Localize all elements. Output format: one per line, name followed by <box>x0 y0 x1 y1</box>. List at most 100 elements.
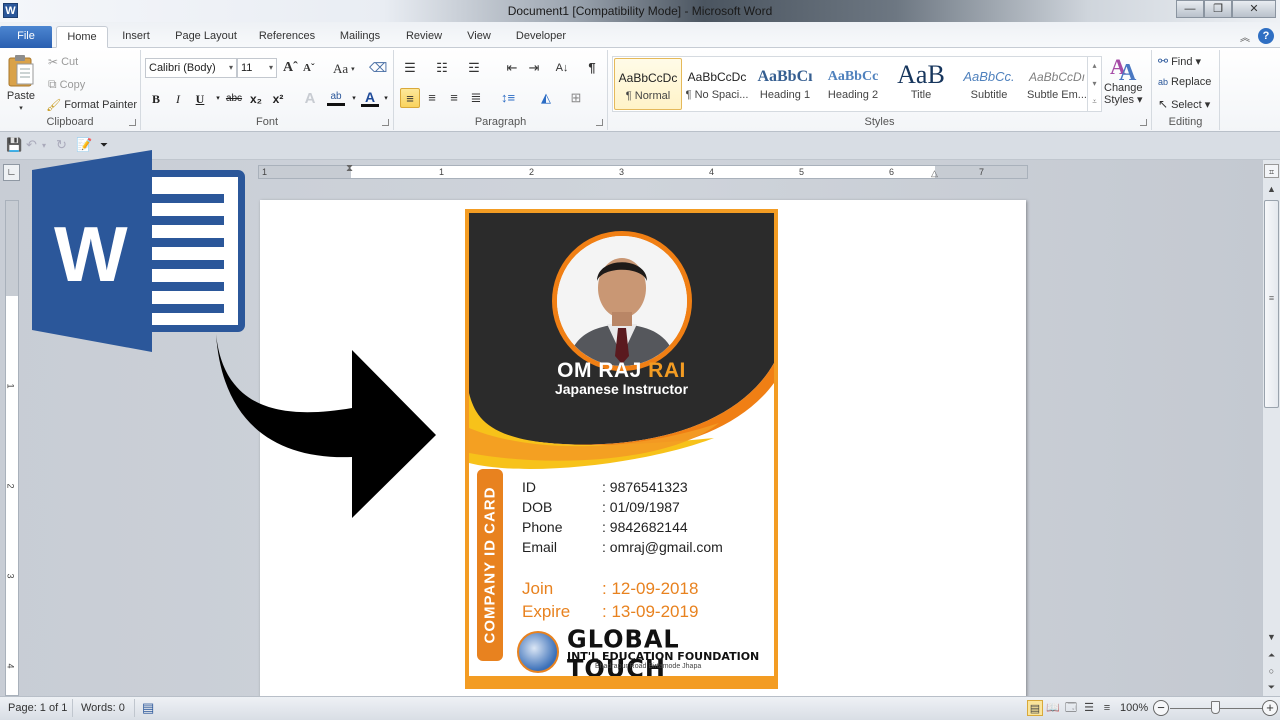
select-browse-object-button[interactable]: ○ <box>1264 664 1279 678</box>
chevron-up-icon[interactable]: ▴ <box>1088 57 1101 75</box>
tab-references[interactable]: References <box>254 26 320 48</box>
subscript-button[interactable]: x₂ <box>247 90 265 108</box>
full-screen-reading-view-button[interactable]: 📖 <box>1045 700 1061 716</box>
increase-indent-button[interactable]: ⇥ <box>524 58 544 78</box>
highlight-button[interactable]: ab <box>327 90 345 106</box>
outline-view-button[interactable]: ☰ <box>1081 700 1097 716</box>
chevron-down-icon[interactable]: ▾ <box>1088 75 1101 93</box>
change-styles-button[interactable]: AA Change Styles ▾ <box>1104 52 1143 106</box>
tab-review[interactable]: Review <box>400 26 448 48</box>
paste-button[interactable]: Paste ▾ <box>6 54 36 112</box>
cut-button[interactable]: ✂ Cut <box>48 55 78 69</box>
ruler-number: 6 <box>889 167 895 177</box>
print-layout-view-button[interactable]: ▤ <box>1027 700 1043 716</box>
superscript-button[interactable]: x² <box>269 90 287 108</box>
borders-icon: ⊞ <box>570 90 582 105</box>
save-icon[interactable]: 💾 <box>6 137 22 153</box>
justify-button[interactable]: ≣ <box>466 88 486 108</box>
bullets-icon: ☰ <box>404 60 416 75</box>
word-count[interactable]: Words: 0 <box>81 702 125 714</box>
clipboard-dialog-launcher[interactable] <box>129 119 136 126</box>
undo-dropdown-icon[interactable]: ▾ <box>42 141 46 150</box>
underline-button[interactable]: U <box>191 90 209 108</box>
numbering-button[interactable]: ☷ <box>432 58 452 78</box>
zoom-slider-thumb[interactable] <box>1211 701 1220 714</box>
right-indent-marker[interactable]: △ <box>931 168 938 179</box>
shading-button[interactable]: ◭ <box>536 88 556 108</box>
zoom-level[interactable]: 100% <box>1120 702 1148 714</box>
change-case-button[interactable]: Aa ▾ <box>333 61 355 77</box>
format-painter-button[interactable]: 🖌 Format Painter <box>46 98 137 112</box>
style-no-spacing[interactable]: AaBbCcDc ¶ No Spaci... <box>683 58 751 110</box>
next-page-button[interactable]: ⏷ <box>1264 680 1279 694</box>
style-title[interactable]: AaB Title <box>887 58 955 110</box>
help-icon[interactable]: ? <box>1258 28 1274 44</box>
font-name-combo[interactable]: Calibri (Body) ▾ <box>145 58 237 78</box>
show-formatting-button[interactable]: ¶ <box>582 58 602 78</box>
zoom-in-button[interactable]: + <box>1262 700 1278 716</box>
indent-marker[interactable]: ⧗ <box>346 163 353 174</box>
strikethrough-button[interactable]: abc <box>223 90 245 108</box>
scroll-down-button[interactable]: ▼ <box>1264 630 1279 644</box>
grow-font-button[interactable]: Aˆ <box>283 60 298 76</box>
style-heading-1[interactable]: AaBbCı Heading 1 <box>751 58 819 110</box>
minimize-button[interactable]: — <box>1176 0 1204 18</box>
style-normal[interactable]: AaBbCcDc ¶ Normal <box>614 58 682 110</box>
draft-view-button[interactable]: ≡ <box>1099 700 1115 716</box>
tab-mailings[interactable]: Mailings <box>332 26 388 48</box>
tab-view[interactable]: View <box>460 26 498 48</box>
page-count[interactable]: Page: 1 of 1 <box>8 702 67 714</box>
tab-page-layout[interactable]: Page Layout <box>170 26 242 48</box>
borders-button[interactable]: ⊞ <box>566 88 586 108</box>
align-left-icon: ≡ <box>406 91 414 106</box>
scroll-up-button[interactable]: ▲ <box>1264 182 1279 196</box>
horizontal-ruler[interactable]: 1 1 2 3 4 5 6 7 ⧗ △ <box>258 163 1028 179</box>
zoom-out-button[interactable]: − <box>1153 700 1169 716</box>
tab-home[interactable]: Home <box>56 26 108 48</box>
close-button[interactable]: ✕ <box>1232 0 1276 18</box>
styles-dialog-launcher[interactable] <box>1140 119 1147 126</box>
style-heading-2[interactable]: AaBbCc Heading 2 <box>819 58 887 110</box>
italic-button[interactable]: I <box>169 90 187 108</box>
font-size-combo[interactable]: 11 ▾ <box>237 58 277 78</box>
multilevel-list-button[interactable]: ☲ <box>464 58 484 78</box>
tab-file[interactable]: File <box>0 26 52 48</box>
tab-developer[interactable]: Developer <box>510 26 572 48</box>
font-color-dropdown-icon[interactable]: ▾ <box>377 90 395 108</box>
find-button[interactable]: ⚯ Find ▾ <box>1158 54 1201 68</box>
style-subtle-emphasis[interactable]: AaBbCcDı Subtle Em... <box>1023 58 1091 110</box>
proofing-icon[interactable]: ▤ <box>142 700 154 716</box>
more-styles-icon[interactable]: ⩡ <box>1088 93 1101 111</box>
text-effects-button[interactable]: A <box>301 90 319 108</box>
clear-formatting-button[interactable]: ⌫ <box>369 60 387 76</box>
restore-button[interactable]: ❐ <box>1204 0 1232 18</box>
paste-dropdown-icon[interactable]: ▾ <box>19 104 23 112</box>
styles-gallery-scroll[interactable]: ▴ ▾ ⩡ <box>1087 57 1101 111</box>
shrink-font-button[interactable]: Aˇ <box>303 62 315 74</box>
style-subtitle[interactable]: AaBbCc. Subtitle <box>955 58 1023 110</box>
align-center-button[interactable]: ≡ <box>422 88 442 108</box>
scrollbar-thumb[interactable]: ≡ <box>1264 200 1279 408</box>
decrease-indent-button[interactable]: ⇤ <box>502 58 522 78</box>
align-right-button[interactable]: ≡ <box>444 88 464 108</box>
line-spacing-button[interactable]: ↕≡ <box>498 88 518 108</box>
minimize-ribbon-icon[interactable]: ︽ <box>1240 29 1250 44</box>
vertical-scrollbar[interactable]: ⌗ ▲ ≡ ▼ ⏶ ○ ⏷ <box>1262 160 1280 696</box>
previous-page-button[interactable]: ⏶ <box>1264 648 1279 662</box>
id-card-image[interactable]: OM RAJ RAI Japanese Instructor COMPANY I… <box>465 209 778 689</box>
copy-button[interactable]: ⧉ Copy <box>48 77 85 92</box>
bold-button[interactable]: B <box>147 90 165 108</box>
bullets-button[interactable]: ☰ <box>400 58 420 78</box>
vertical-ruler[interactable]: 1 2 3 4 <box>5 200 19 696</box>
change-styles-label: Change <box>1104 82 1143 94</box>
tab-insert[interactable]: Insert <box>114 26 158 48</box>
paragraph-dialog-launcher[interactable] <box>596 119 603 126</box>
select-button[interactable]: ↖ Select ▾ <box>1158 97 1210 111</box>
sort-button[interactable]: A↓ <box>552 58 572 78</box>
view-ruler-icon[interactable]: ⌗ <box>1264 164 1279 178</box>
replace-button[interactable]: ab Replace <box>1158 76 1211 88</box>
web-layout-view-button[interactable]: 🗔 <box>1063 700 1079 716</box>
font-dialog-launcher[interactable] <box>382 119 389 126</box>
align-left-button[interactable]: ≡ <box>400 88 420 108</box>
tab-selector-button[interactable]: ∟ <box>3 164 20 181</box>
